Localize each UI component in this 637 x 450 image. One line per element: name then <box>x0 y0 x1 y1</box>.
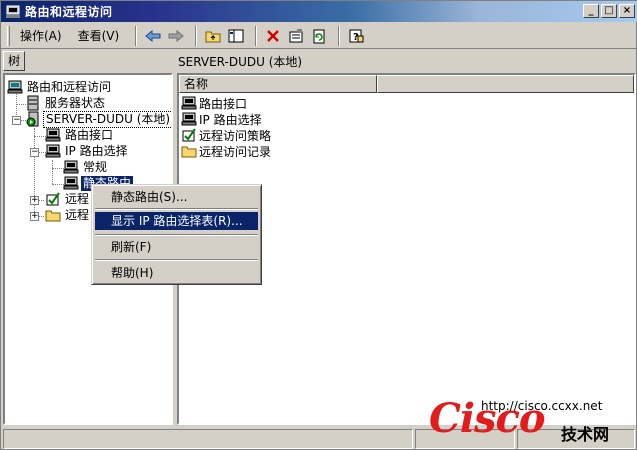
menu-separator <box>95 234 258 236</box>
column-headers: 名称 <box>179 75 634 93</box>
general-icon <box>63 159 79 175</box>
tree-item-server-status[interactable]: 服务器状态 <box>25 95 107 111</box>
tree-item-label: 路由和远程访问 <box>27 79 112 94</box>
toolbar-separator <box>338 25 341 46</box>
menu-view[interactable]: 查看(V) <box>72 25 126 46</box>
toolbar: 操作(A) 查看(V) ? <box>1 23 637 49</box>
tree-item-label: 远程 <box>65 191 90 206</box>
tree-item-routing-interfaces[interactable]: 路由接口 <box>45 127 115 143</box>
tree-item-label: 路由接口 <box>65 127 114 142</box>
menu-separator <box>95 259 258 261</box>
watermark: Cisco http://cisco.ccxx.net 技术网 <box>429 393 634 447</box>
toolbar-grip[interactable] <box>7 25 10 46</box>
delete-icon[interactable] <box>263 26 283 46</box>
title-bar[interactable]: 路由和远程访问 _ □ × <box>1 1 637 22</box>
list-item-routing-interfaces[interactable]: 路由接口 <box>181 95 247 111</box>
tree-item-label: IP 路由选择 <box>65 143 128 158</box>
menu-item-refresh[interactable]: 刷新(F) <box>95 238 258 256</box>
expand-toggle[interactable]: + <box>30 196 39 205</box>
forward-arrow-icon[interactable] <box>166 26 186 46</box>
help-icon[interactable]: ? <box>346 26 366 46</box>
menu-item-show-routing-table[interactable]: 显示 IP 路由选择表(R)... <box>95 212 258 230</box>
list-item-label: IP 路由选择 <box>199 112 262 127</box>
tree-item-label: 远程 <box>65 207 90 222</box>
up-folder-icon[interactable] <box>203 26 223 46</box>
list-item-label: 路由接口 <box>199 96 248 111</box>
server-monitor-icon <box>7 79 23 95</box>
properties-icon[interactable] <box>286 26 306 46</box>
tree-connector <box>52 160 53 184</box>
list-item-remote-logging[interactable]: 远程访问记录 <box>181 143 271 159</box>
list-item-ip-routing[interactable]: IP 路由选择 <box>181 111 262 127</box>
maximize-button[interactable]: □ <box>601 4 617 18</box>
routing-interface-icon <box>45 127 61 143</box>
list-item-remote-policy[interactable]: 远程访问策略 <box>181 127 271 143</box>
right-pane-title: SERVER-DUDU (本地) <box>178 55 303 69</box>
mmc-window: 路由和远程访问 _ □ × 操作(A) 查看(V) ? 树 SERVER-DUD… <box>0 0 637 450</box>
tree-item-ip-routing[interactable]: IP 路由选择 <box>45 143 130 159</box>
list-item-label: 远程访问策略 <box>199 128 272 143</box>
static-route-icon <box>63 175 79 191</box>
back-arrow-icon[interactable] <box>143 26 163 46</box>
collapse-toggle[interactable]: − <box>12 116 21 125</box>
server-status-icon <box>25 95 41 111</box>
tree-item-server[interactable]: SERVER-DUDU (本地) <box>25 110 171 128</box>
tree-item-remote-logging[interactable]: 远程 <box>45 207 91 223</box>
remote-policy-icon <box>181 127 197 143</box>
show-tree-icon[interactable] <box>226 26 246 46</box>
refresh-icon[interactable] <box>309 26 329 46</box>
folder-icon <box>45 207 61 223</box>
tree-item-root[interactable]: 路由和远程访问 <box>7 79 113 95</box>
tree-item-label: 服务器状态 <box>45 95 106 110</box>
collapse-toggle[interactable]: − <box>30 148 39 157</box>
server-running-icon <box>25 111 41 127</box>
toolbar-separator <box>255 25 258 46</box>
tree-item-label: 常规 <box>83 159 108 174</box>
tab-tree[interactable]: 树 <box>3 51 25 71</box>
column-header-name[interactable]: 名称 <box>179 75 377 93</box>
column-header-blank[interactable] <box>377 75 634 93</box>
menu-action[interactable]: 操作(A) <box>14 25 68 46</box>
toolbar-separator <box>135 25 138 46</box>
menu-item-help[interactable]: 帮助(H) <box>95 264 258 282</box>
toolbar-separator <box>195 25 198 46</box>
routing-app-icon <box>5 5 21 19</box>
routing-interface-icon <box>181 95 197 111</box>
tree-item-remote-policy[interactable]: 远程 <box>45 191 91 207</box>
menu-item-static-route[interactable]: 静态路由(S)... <box>95 188 258 206</box>
watermark-tagline: 技术网 <box>561 425 610 444</box>
expand-toggle[interactable]: + <box>30 212 39 221</box>
tree-item-label: SERVER-DUDU (本地) <box>43 110 171 128</box>
menu-separator <box>95 208 258 210</box>
list-item-label: 远程访问记录 <box>199 144 272 159</box>
watermark-url: http://cisco.ccxx.net <box>481 399 603 413</box>
ip-routing-icon <box>181 111 197 127</box>
context-menu: 静态路由(S)... 显示 IP 路由选择表(R)... 刷新(F) 帮助(H) <box>91 184 262 285</box>
status-panel-main <box>3 429 413 449</box>
folder-icon <box>181 143 197 159</box>
window-title: 路由和远程访问 <box>25 5 113 19</box>
ip-routing-icon <box>45 143 61 159</box>
remote-policy-icon <box>45 191 61 207</box>
pane-headers: 树 SERVER-DUDU (本地) <box>1 51 637 71</box>
tree-item-general[interactable]: 常规 <box>63 159 109 175</box>
close-button[interactable]: × <box>619 4 635 18</box>
minimize-button[interactable]: _ <box>583 4 599 18</box>
